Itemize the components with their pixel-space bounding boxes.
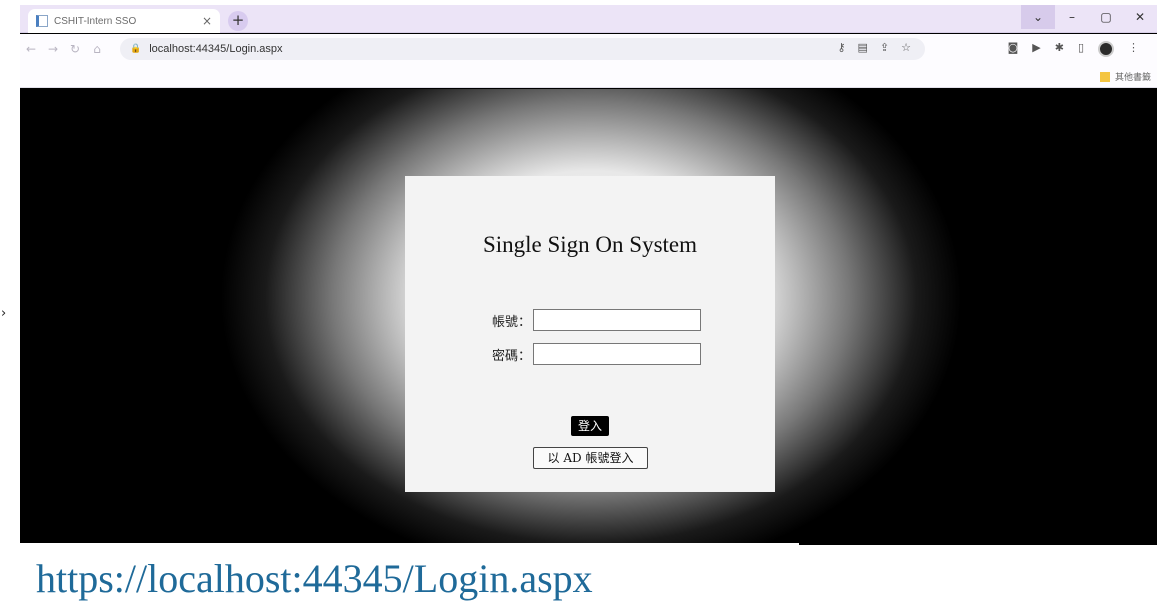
bookmark-star-icon[interactable]: ☆ [901,41,911,54]
tab-cshit-intern-sso[interactable]: CSHIT-Intern SSO × [28,9,220,33]
bookmarks-bar: 其他書籤 [20,64,1157,88]
login-button[interactable]: 登入 [571,416,609,436]
key-icon[interactable]: ⚷ [837,41,845,54]
share-icon[interactable]: ⇪ [880,41,889,54]
back-icon[interactable]: ← [20,42,42,56]
maximize-button[interactable]: ▢ [1089,5,1123,29]
browser-toolbar: ← → ↻ ⌂ 🔒 localhost:44345/Login.aspx ⚷ ▤… [20,34,1157,64]
page-title: Single Sign On System [482,232,698,257]
omnibox-icons: ⚷ ▤ ⇪ ☆ [837,41,911,54]
account-row: 帳號： [483,309,701,331]
account-input[interactable] [533,309,701,331]
page-viewport: Single Sign On System 帳號： 密碼： 登入 以 AD 帳號… [20,89,1157,545]
page-favicon-icon [36,15,48,27]
minimize-button[interactable]: – [1055,5,1089,29]
new-tab-button[interactable]: + [228,11,248,31]
reload-icon[interactable]: ↻ [64,42,86,56]
password-label: 密碼： [491,348,531,364]
ad-login-button[interactable]: 以 AD 帳號登入 [533,447,648,469]
translate-icon[interactable]: ▤ [858,41,868,54]
folder-icon [1099,71,1110,82]
screenshot-icon[interactable]: ◙ [1008,41,1019,57]
tab-close-icon[interactable]: × [202,14,212,28]
tab-title: CSHIT-Intern SSO [54,15,137,27]
left-arrow-icon: › [1,306,7,321]
side-panel-icon[interactable]: ▯ [1078,41,1084,57]
other-bookmarks-label: 其他書籤 [1114,72,1151,82]
tab-search-button[interactable]: ⌄ [1021,5,1055,29]
lock-icon[interactable]: 🔒 [130,44,141,54]
login-card: Single Sign On System 帳號： 密碼： 登入 以 AD 帳號… [405,176,775,492]
url-text[interactable]: localhost:44345/Login.aspx [149,43,282,55]
tab-bar: CSHIT-Intern SSO × + ⌄ – ▢ ✕ [20,5,1157,33]
close-window-button[interactable]: ✕ [1123,5,1157,29]
password-input[interactable] [533,343,701,365]
url-caption: https://localhost:44345/Login.aspx [20,543,799,615]
forward-icon[interactable]: → [42,42,64,56]
other-bookmarks[interactable]: 其他書籤 [1099,70,1151,83]
address-bar[interactable]: 🔒 localhost:44345/Login.aspx ⚷ ▤ ⇪ ☆ [120,38,925,60]
account-label: 帳號： [491,314,531,330]
extensions-puzzle-icon[interactable]: ✱ [1055,41,1064,57]
password-row: 密碼： [483,343,701,365]
window-controls: ⌄ – ▢ ✕ [1021,5,1157,33]
cursor-icon[interactable]: ▶ [1032,41,1040,57]
browser-window: CSHIT-Intern SSO × + ⌄ – ▢ ✕ ← → ↻ ⌂ 🔒 l… [20,5,1157,545]
menu-kebab-icon[interactable]: ⋮ [1128,41,1139,57]
extension-icons: ◙ ▶ ✱ ▯ ⋮ [1008,41,1139,57]
home-icon[interactable]: ⌂ [86,42,108,56]
profile-avatar[interactable] [1098,41,1114,57]
